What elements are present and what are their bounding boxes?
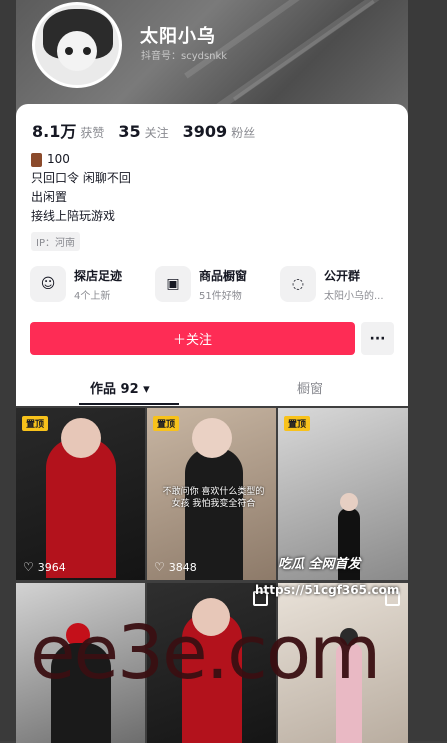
feature-subtitle: 51件好物 xyxy=(199,290,242,302)
watermark-url: https://51cgf365.com xyxy=(255,583,400,597)
avatar[interactable] xyxy=(32,2,122,88)
feature-shop-visits[interactable]: ☺ 探店足迹 4个上新 xyxy=(30,266,122,302)
brick-emoji-icon xyxy=(31,152,42,167)
profile-tabs: 作品 92 ▾ 橱窗 xyxy=(16,370,408,406)
pinned-badge: 置顶 xyxy=(22,416,49,431)
video-caption: 不敢问你 喜欢什么类型的女孩 我怕我变全符合 xyxy=(162,487,265,509)
watermark-big: ee3e.com xyxy=(30,610,381,696)
stats-row: 8.1万 获赞 35 关注 3909 粉丝 xyxy=(32,118,269,142)
heart-icon: ♡ xyxy=(154,560,165,574)
follow-button[interactable]: ＋关注 xyxy=(30,322,355,355)
video-thumbnail[interactable]: 置顶 ♡ 3964 xyxy=(16,408,145,580)
feature-title: 公开群 xyxy=(324,268,361,283)
followers-count[interactable]: 3909 xyxy=(183,122,228,141)
profile-card: 8.1万 获赞 35 关注 3909 粉丝 100 只回口令 闲聊不回 出闲置 … xyxy=(16,104,408,406)
more-options-button[interactable]: ··· xyxy=(361,322,394,355)
pinned-badge: 置顶 xyxy=(153,416,180,431)
tab-active-indicator xyxy=(79,403,179,405)
bio: 100 只回口令 闲聊不回 出闲置 接线上陪玩游戏 xyxy=(31,150,131,226)
video-likes: ♡ 3848 xyxy=(154,560,197,574)
bio-line-3: 出闲置 xyxy=(31,190,68,204)
feature-title: 探店足迹 xyxy=(74,268,123,283)
feature-subtitle: 4个上新 xyxy=(74,290,111,302)
feature-group-chat[interactable]: ◌ 公开群 太阳小乌的... xyxy=(280,266,384,302)
background-left xyxy=(0,0,16,741)
following-label[interactable]: 关注 xyxy=(145,124,169,141)
user-id[interactable]: 抖音号：scydsnkk xyxy=(141,47,227,62)
watermark-logo: 吃瓜 全网首发 xyxy=(278,557,361,572)
feature-showcase[interactable]: ▣ 商品橱窗 51件好物 xyxy=(155,266,247,302)
nickname: 太阳小乌 xyxy=(140,26,216,47)
heart-icon: ♡ xyxy=(23,560,34,574)
likes-label: 获赞 xyxy=(80,126,105,140)
video-thumbnail[interactable]: 置顶 不敢问你 喜欢什么类型的女孩 我怕我变全符合 ♡ 3848 xyxy=(147,408,276,580)
showcase-icon: ▣ xyxy=(155,266,191,302)
group-chat-icon: ◌ xyxy=(280,266,316,302)
background-right xyxy=(408,0,447,741)
feature-subtitle: 太阳小乌的... xyxy=(324,290,384,302)
pinned-badge: 置顶 xyxy=(284,416,311,431)
bio-line-4: 接线上陪玩游戏 xyxy=(31,209,116,223)
video-likes: ♡ 3964 xyxy=(23,560,66,574)
followers-label[interactable]: 粉丝 xyxy=(231,124,255,141)
likes-count: 8.1万 xyxy=(32,122,77,141)
tab-showcase[interactable]: 橱窗 xyxy=(297,378,323,397)
ip-location-tag: IP：河南 xyxy=(31,232,80,251)
following-count[interactable]: 35 xyxy=(118,122,140,141)
feature-title: 商品橱窗 xyxy=(199,268,248,283)
bio-line-2: 只回口令 闲聊不回 xyxy=(31,171,131,185)
shop-visit-icon: ☺ xyxy=(30,266,66,302)
tab-works[interactable]: 作品 92 ▾ xyxy=(90,378,150,397)
bio-line-1: 100 xyxy=(47,152,70,166)
